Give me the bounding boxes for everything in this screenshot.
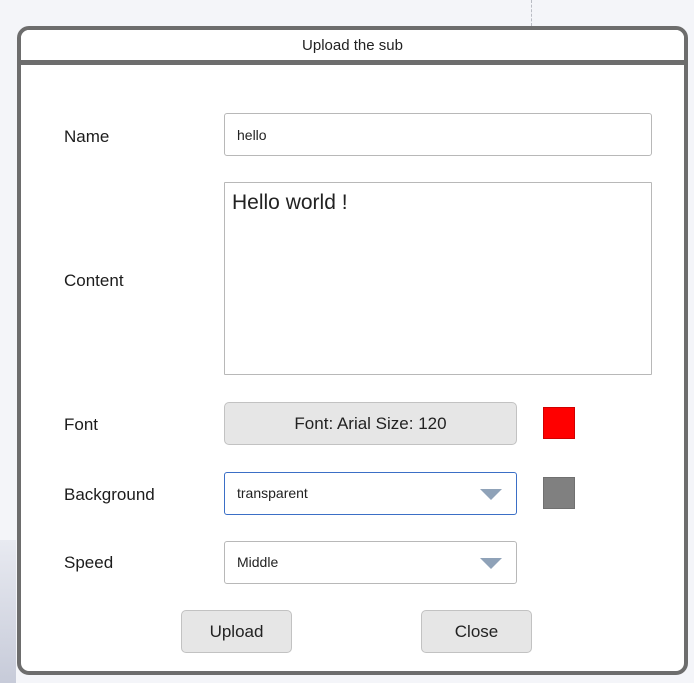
speed-select-value: Middle bbox=[237, 554, 279, 570]
name-label: Name bbox=[64, 127, 110, 146]
backdrop-divider bbox=[531, 0, 532, 26]
upload-button[interactable]: Upload bbox=[181, 610, 292, 653]
background-label: Background bbox=[64, 485, 155, 504]
close-button[interactable]: Close bbox=[421, 610, 532, 653]
content-label: Content bbox=[64, 271, 124, 290]
speed-label: Speed bbox=[64, 553, 114, 572]
upload-dialog: Upload the sub Name hello Content Hello … bbox=[17, 26, 688, 675]
background-select[interactable]: transparent bbox=[224, 472, 517, 515]
name-input-value: hello bbox=[237, 127, 267, 143]
chevron-down-icon bbox=[480, 558, 502, 569]
name-input[interactable]: hello bbox=[224, 113, 652, 156]
font-picker-button[interactable]: Font: Arial Size: 120 bbox=[224, 402, 517, 445]
speed-select[interactable]: Middle bbox=[224, 541, 517, 584]
content-textarea[interactable]: Hello world ! bbox=[224, 182, 652, 375]
font-color-swatch[interactable] bbox=[543, 407, 575, 439]
background-color-swatch[interactable] bbox=[543, 477, 575, 509]
chevron-down-icon bbox=[480, 489, 502, 500]
font-label: Font bbox=[64, 415, 99, 434]
dialog-titlebar[interactable]: Upload the sub bbox=[21, 30, 684, 65]
content-textarea-value: Hello world ! bbox=[232, 191, 348, 214]
dialog-title: Upload the sub bbox=[302, 37, 403, 54]
background-select-value: transparent bbox=[237, 485, 308, 501]
backdrop-shade bbox=[0, 540, 16, 683]
